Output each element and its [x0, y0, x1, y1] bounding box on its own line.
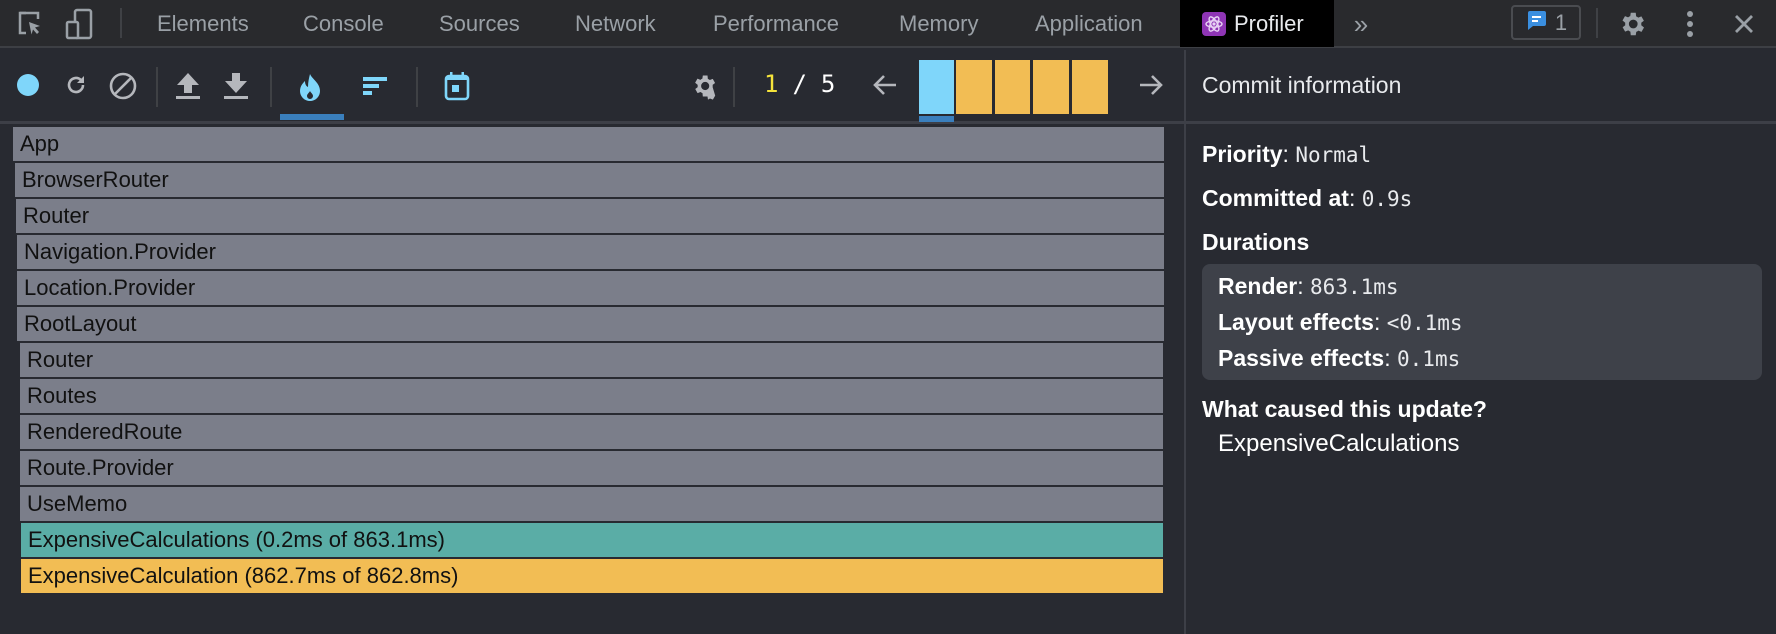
device-toggle-icon[interactable]	[62, 0, 98, 48]
more-tabs-icon[interactable]: »	[1346, 0, 1376, 48]
commit-bar[interactable]	[919, 60, 954, 114]
committed-at-value: 0.9s	[1361, 187, 1413, 211]
flamegraph-node[interactable]: UseMemo	[20, 487, 1163, 521]
update-cause-heading: What caused this update?	[1202, 396, 1487, 423]
ranked-chart-icon[interactable]	[360, 72, 390, 100]
priority-label: Priority	[1202, 141, 1283, 167]
separator	[416, 67, 418, 107]
issues-icon	[1525, 9, 1547, 36]
flamegraph-node[interactable]: Router	[20, 343, 1163, 377]
devtools-tabbar: Elements Console Sources Network Perform…	[0, 0, 1776, 48]
tab-network[interactable]: Network	[553, 0, 678, 47]
profiler-toolbar: 1 / 5	[0, 50, 1184, 124]
save-profile-icon[interactable]	[222, 70, 250, 102]
separator	[120, 8, 122, 38]
separator	[733, 67, 735, 107]
issues-count: 1	[1554, 9, 1568, 35]
profiler-settings-icon[interactable]	[688, 70, 720, 102]
flamegraph-node[interactable]: BrowserRouter	[15, 163, 1164, 197]
update-cause-component[interactable]: ExpensiveCalculations	[1218, 430, 1459, 458]
flamegraph-node[interactable]: ExpensiveCalculation (862.7ms of 862.8ms…	[21, 559, 1163, 593]
tab-sources[interactable]: Sources	[417, 0, 542, 47]
durations-box: Render: 863.1ms Layout effects: <0.1ms P…	[1202, 264, 1762, 380]
separator	[156, 67, 158, 107]
commit-separator: /	[792, 70, 807, 98]
render-label: Render	[1218, 273, 1298, 299]
passive-effects-row: Passive effects: 0.1ms	[1218, 345, 1461, 371]
flamegraph-node[interactable]: RootLayout	[17, 307, 1164, 341]
next-commit-button[interactable]	[1136, 70, 1166, 100]
layout-effects-label: Layout effects	[1218, 309, 1374, 335]
tab-profiler[interactable]: Profiler	[1180, 0, 1334, 47]
render-duration-row: Render: 863.1ms	[1218, 273, 1399, 299]
tab-memory[interactable]: Memory	[877, 0, 1000, 47]
commit-info-title: Commit information	[1186, 50, 1776, 124]
layout-effects-value: <0.1ms	[1386, 311, 1463, 335]
commit-bar[interactable]	[1033, 60, 1069, 114]
tab-application[interactable]: Application	[1013, 0, 1165, 47]
react-logo-icon	[1202, 11, 1226, 36]
durations-label: Durations	[1202, 229, 1310, 255]
commit-bar[interactable]	[956, 60, 992, 114]
passive-effects-label: Passive effects	[1218, 345, 1385, 371]
inspect-element-icon[interactable]	[12, 0, 48, 48]
tab-elements[interactable]: Elements	[135, 0, 271, 47]
priority-value: Normal	[1295, 143, 1372, 167]
timeline-icon[interactable]	[442, 70, 472, 102]
commit-total: 5	[820, 70, 836, 98]
flamegraph-active-indicator	[280, 114, 344, 120]
commit-selected-indicator	[919, 116, 954, 122]
issues-button[interactable]: 1	[1511, 5, 1581, 40]
commit-bar[interactable]	[1072, 60, 1108, 114]
flamegraph-node[interactable]: App	[13, 127, 1164, 161]
flamegraph-node[interactable]: Route.Provider	[20, 451, 1163, 485]
separator	[270, 67, 272, 107]
committed-at-label: Committed at	[1202, 185, 1349, 211]
tab-console[interactable]: Console	[281, 0, 406, 47]
commit-bar[interactable]	[995, 60, 1030, 114]
committed-at-row: Committed at: 0.9s	[1202, 185, 1413, 211]
passive-effects-value: 0.1ms	[1397, 347, 1461, 371]
durations-heading: Durations	[1202, 229, 1309, 256]
flamegraph-node[interactable]: Routes	[20, 379, 1163, 413]
flamegraph-node[interactable]: Navigation.Provider	[17, 235, 1164, 269]
update-cause-label: What caused this update?	[1202, 396, 1487, 422]
flamegraph-node[interactable]: Router	[16, 199, 1164, 233]
priority-row: Priority: Normal	[1202, 141, 1372, 167]
clear-icon[interactable]	[108, 71, 138, 101]
tab-profiler-label: Profiler	[1234, 10, 1304, 36]
load-profile-icon[interactable]	[174, 70, 202, 102]
flamegraph-node[interactable]: Location.Provider	[17, 271, 1164, 305]
flamegraph-icon[interactable]	[296, 70, 324, 104]
close-icon[interactable]	[1726, 0, 1762, 48]
settings-icon[interactable]	[1614, 0, 1650, 48]
commit-info-panel: Commit information Priority: Normal Comm…	[1184, 50, 1776, 634]
flamegraph-node[interactable]: RenderedRoute	[20, 415, 1163, 449]
record-icon[interactable]	[14, 71, 42, 99]
separator	[1596, 8, 1598, 38]
kebab-menu-icon[interactable]	[1672, 0, 1708, 48]
reload-and-profile-icon[interactable]	[62, 71, 90, 99]
render-value: 863.1ms	[1310, 275, 1399, 299]
layout-effects-row: Layout effects: <0.1ms	[1218, 309, 1463, 335]
tab-performance[interactable]: Performance	[691, 0, 861, 47]
commit-counter: 1 / 5	[764, 64, 835, 104]
commit-current: 1	[764, 70, 779, 98]
arrow-right-icon	[1140, 75, 1163, 95]
flamegraph-node[interactable]: ExpensiveCalculations (0.2ms of 863.1ms)	[21, 523, 1163, 557]
arrow-left-icon	[873, 75, 896, 95]
previous-commit-button[interactable]	[870, 70, 900, 100]
